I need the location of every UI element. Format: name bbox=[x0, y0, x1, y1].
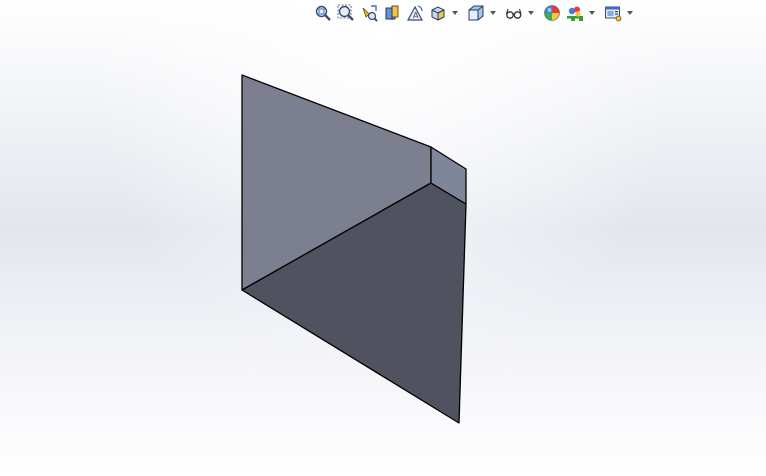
zoom-to-area-button[interactable] bbox=[335, 2, 357, 24]
previous-view-icon bbox=[362, 5, 378, 22]
zoom-to-fit-button[interactable] bbox=[312, 2, 334, 24]
zoom-to-fit-icon bbox=[315, 5, 331, 21]
dynamic-annotation-views-button[interactable]: A bbox=[404, 2, 426, 24]
hide-show-items-icon bbox=[505, 8, 522, 19]
hide-show-items-dropdown[interactable] bbox=[526, 2, 535, 24]
chevron-down-icon bbox=[527, 11, 534, 15]
section-view-button[interactable] bbox=[381, 2, 403, 24]
edit-appearance-icon bbox=[544, 5, 560, 21]
chevron-down-icon bbox=[489, 11, 496, 15]
chevron-down-icon bbox=[626, 11, 633, 15]
view-settings-dropdown[interactable] bbox=[625, 2, 634, 24]
view-settings-icon bbox=[605, 6, 622, 22]
zoom-to-area-icon bbox=[337, 4, 354, 21]
chevron-down-icon bbox=[588, 11, 595, 15]
apply-scene-dropdown[interactable] bbox=[587, 2, 596, 24]
part-model[interactable] bbox=[0, 0, 766, 476]
dynamic-annotation-views-icon: A bbox=[406, 5, 424, 21]
display-style-button[interactable] bbox=[465, 2, 487, 24]
display-style-icon bbox=[468, 5, 484, 21]
previous-view-button[interactable] bbox=[358, 2, 380, 24]
view-orientation-dropdown[interactable] bbox=[450, 2, 459, 24]
view-orientation-icon bbox=[431, 6, 445, 21]
section-view-icon bbox=[385, 5, 399, 20]
display-style-dropdown[interactable] bbox=[488, 2, 497, 24]
apply-scene-icon bbox=[567, 6, 583, 21]
heads-up-view-toolbar: A bbox=[312, 2, 634, 24]
graphics-area[interactable]: A bbox=[0, 0, 766, 476]
chevron-down-icon bbox=[451, 11, 458, 15]
edit-appearance-button[interactable] bbox=[541, 2, 563, 24]
view-settings-button[interactable] bbox=[602, 2, 624, 24]
hide-show-items-button[interactable] bbox=[503, 2, 525, 24]
apply-scene-button[interactable] bbox=[564, 2, 586, 24]
svg-text:A: A bbox=[413, 11, 419, 20]
view-orientation-button[interactable] bbox=[427, 2, 449, 24]
